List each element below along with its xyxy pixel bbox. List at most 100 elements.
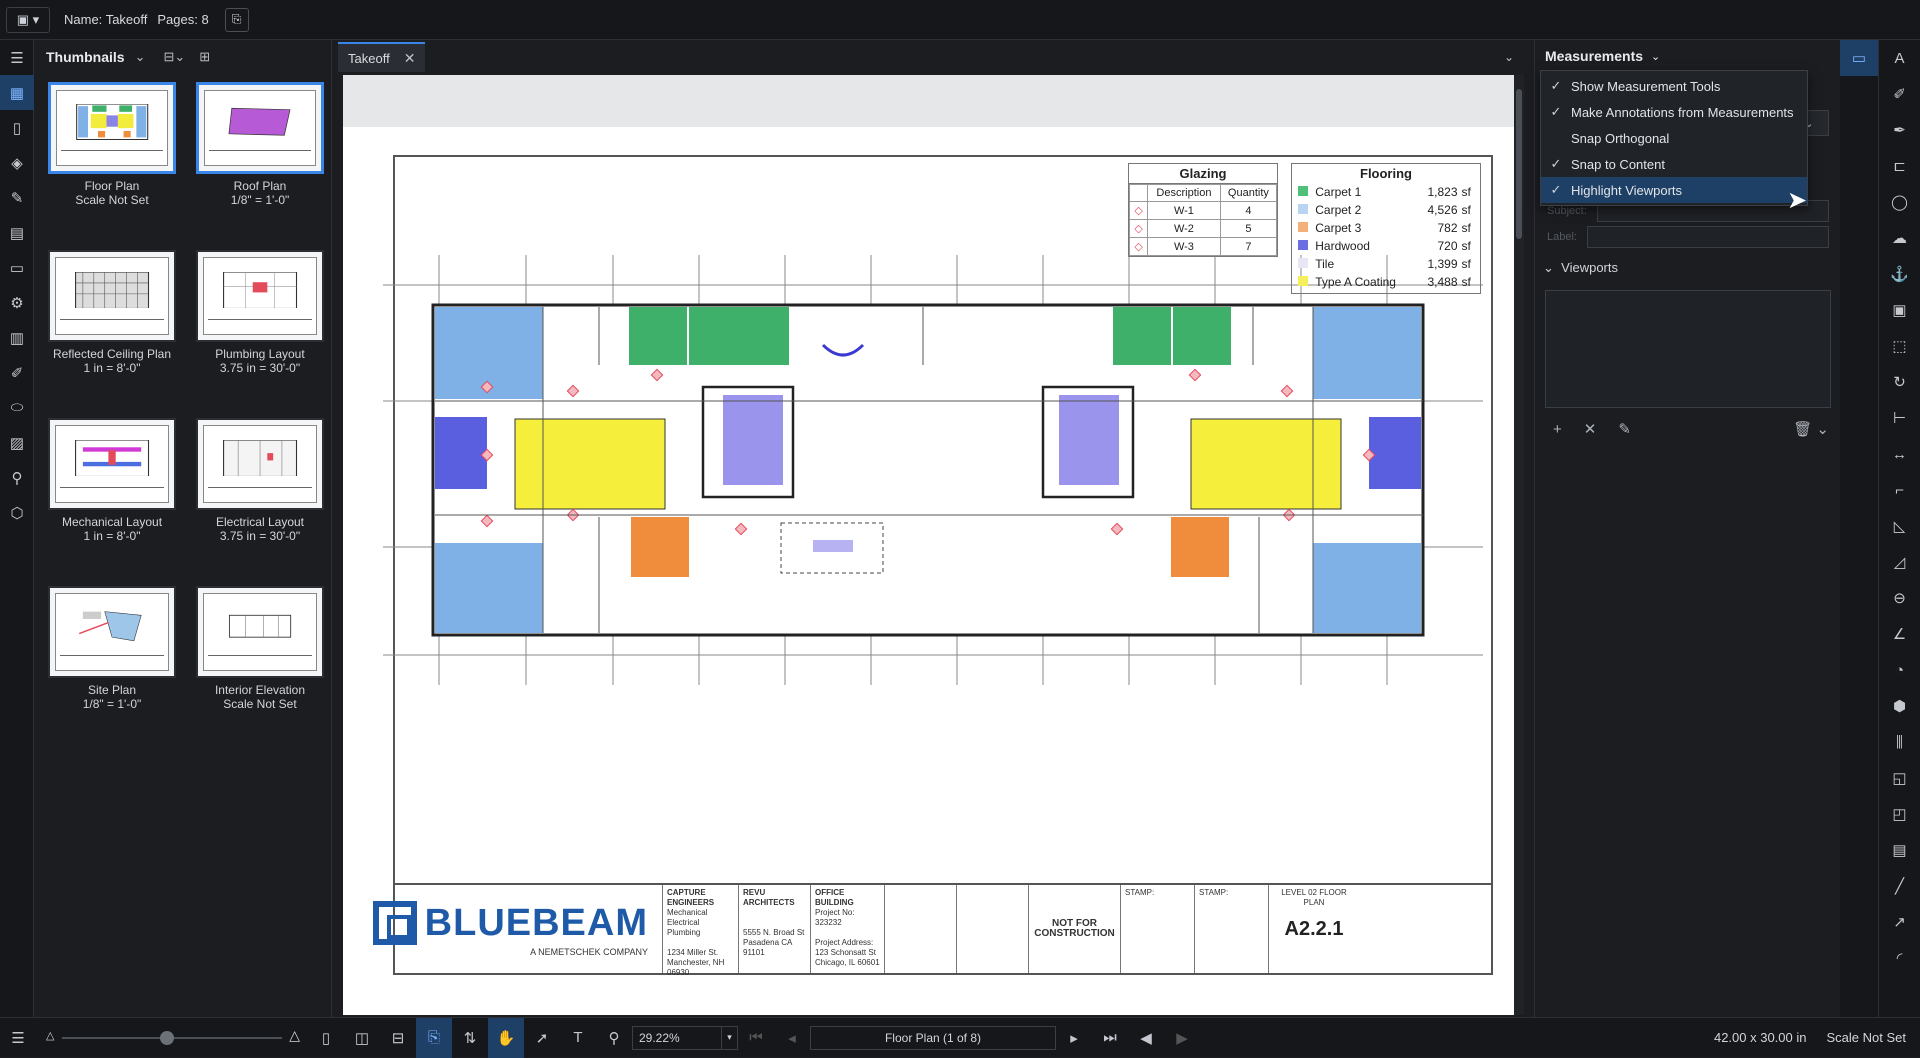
previous-page-icon[interactable]: ◂ [774,1018,810,1058]
polylength-icon[interactable]: ⌐ [1879,472,1920,508]
pan-hand-icon[interactable]: ✋ [488,1017,524,1058]
text-box-icon[interactable]: A [1879,40,1920,76]
document-menu-button[interactable]: ▣ ▾ [6,6,50,33]
grid-icon[interactable]: ▤ [1879,832,1920,868]
signatures-icon[interactable]: ✎ [0,180,34,215]
menu-item-make-annotations[interactable]: ✓ Make Annotations from Measurements [1541,99,1807,125]
viewports-section-header[interactable]: ⌄ Viewports [1543,260,1618,276]
dimension-icon[interactable]: ⊢ [1879,400,1920,436]
thumbnail-electrical-layout[interactable]: Electrical Layout 3.75 in = 30'-0" [190,418,330,580]
properties-icon[interactable]: ⚙ [0,285,34,320]
previous-view-icon[interactable]: ◀ [1128,1018,1164,1058]
viewports-list[interactable] [1545,290,1831,408]
menu-item-highlight-viewports[interactable]: ✓ Highlight Viewports [1541,177,1807,203]
split-vertical-icon[interactable]: ◫ [344,1018,380,1058]
pen-tool-icon[interactable]: ✐ [0,355,34,390]
select-text-icon[interactable]: T [560,1018,596,1058]
ellipse-icon[interactable]: ◯ [1879,184,1920,220]
thumbnail-size-icon[interactable]: ⊟⌄ [163,49,185,65]
studio-icon[interactable]: ⬡ [0,495,34,530]
edit-pencil-icon[interactable]: ✎ [1618,420,1631,438]
perimeter-icon[interactable]: ◿ [1879,544,1920,580]
count-icon[interactable]: ⫼ [1879,724,1920,760]
zoom-icon[interactable]: ⚲ [596,1018,632,1058]
legend-unit: sf [1461,185,1471,199]
page-navigation-field[interactable]: Floor Plan (1 of 8) [810,1025,1056,1050]
list-icon[interactable]: ☰ [0,1018,36,1058]
length-icon[interactable]: ↔ [1879,436,1920,472]
chevron-down-icon[interactable]: ⌄ [1651,50,1660,63]
sync-icon[interactable]: ⎘ [416,1017,452,1058]
title-block: BLUEBEAM A NEMETSCHEK COMPANY CAPTURE EN… [372,883,1491,977]
area-icon[interactable]: ◺ [1879,508,1920,544]
delete-x-icon[interactable]: ✕ [1584,420,1597,438]
menu-item-snap-to-content[interactable]: ✓ Snap to Content [1541,151,1807,177]
thumbnails-dropdown-icon[interactable]: ⌄ [135,49,146,65]
canvas-scrollbar[interactable] [1514,75,1524,1015]
callout-icon[interactable]: ⊏ [1879,148,1920,184]
thumbnail-reflected-ceiling-plan[interactable]: Reflected Ceiling Plan 1 in = 8'-0" [42,250,182,412]
thumbnail-size-slider[interactable]: △ △ [42,1018,302,1058]
single-page-icon[interactable]: ▯ [308,1018,344,1058]
thumbnail-roof-plan[interactable]: Roof Plan 1/8" = 1'-0" [190,82,330,244]
legend-row: Carpet 1 1,823 sf [1296,183,1476,201]
tab-takeoff[interactable]: Takeoff ✕ [338,42,426,72]
add-icon[interactable]: + [1553,421,1562,438]
bookmarks-icon[interactable]: ▯ [0,110,34,145]
thumbnail-floor-plan[interactable]: Floor Plan Scale Not Set [42,82,182,244]
page-setup-icon[interactable]: ⎘ [224,7,249,32]
angle-icon[interactable]: ∠ [1879,616,1920,652]
next-page-icon[interactable]: ▸ [1056,1018,1092,1058]
zoom-dropdown-icon[interactable]: ▾ [722,1025,738,1050]
image-icon[interactable]: ▣ [1879,292,1920,328]
cloud-icon[interactable]: ☁ [1879,220,1920,256]
stamp-icon[interactable]: ⚓ [1879,256,1920,292]
trash-icon[interactable]: 🗑 ⌄ [1793,420,1829,438]
continuous-icon[interactable]: ⇅ [452,1018,488,1058]
measurements-header[interactable]: Measurements ⌄ [1535,40,1840,72]
forms-icon[interactable]: ▥ [0,320,34,355]
file-access-icon[interactable]: ☰ [0,40,34,75]
thumbnail-scale: 3.75 in = 30'-0" [219,361,301,375]
drawing-canvas[interactable]: Glazing Description Quantity ◇ W-1 4 ◇ W-2 5 … [343,75,1514,1015]
close-icon[interactable]: ✕ [404,50,416,67]
first-page-icon[interactable]: ⏮ [738,1018,774,1058]
menu-item-snap-orthogonal[interactable]: Snap Orthogonal [1541,125,1807,151]
tag-icon[interactable]: ⬭ [0,390,34,425]
thumbnail-settings-icon[interactable]: ⊞ [199,49,210,65]
rotate-icon[interactable]: ↻ [1879,364,1920,400]
label-input[interactable] [1586,226,1829,248]
select-arrow-icon[interactable]: ➚ [524,1018,560,1058]
thumbnails-icon[interactable]: ▦ [0,75,34,110]
arc-icon[interactable]: ◜ [1879,940,1920,976]
next-view-icon[interactable]: ▶ [1164,1018,1200,1058]
thumbnail-plumbing-layout[interactable]: Plumbing Layout 3.75 in = 30'-0" [190,250,330,412]
highlighter-icon[interactable]: ✐ [1879,76,1920,112]
radius-icon[interactable]: ◔ [1879,652,1920,688]
diameter-icon[interactable]: ⊖ [1879,580,1920,616]
sets-icon[interactable]: ▨ [0,425,34,460]
legend-swatch [1298,240,1308,250]
page-scale[interactable]: Scale Not Set [1827,1030,1907,1045]
layers-icon[interactable]: ◈ [0,145,34,180]
menu-item-show-measurement-tools[interactable]: ✓ Show Measurement Tools [1541,73,1807,99]
thumbnail-mechanical-layout[interactable]: Mechanical Layout 1 in = 8'-0" [42,418,182,580]
thumbnail-interior-elevation[interactable]: Interior Elevation Scale Not Set [190,586,330,748]
snapshot-icon[interactable]: ⬚ [1879,328,1920,364]
pen-icon[interactable]: ✒ [1879,112,1920,148]
zoom-input[interactable]: 29.22% [632,1025,722,1050]
last-page-icon[interactable]: ⏭ [1092,1018,1128,1058]
tabs-dropdown-icon[interactable]: ⌄ [1504,50,1514,64]
split-horizontal-icon[interactable]: ⊟ [380,1018,416,1058]
thumbnail-site-plan[interactable]: Site Plan 1/8" = 1'-0" [42,586,182,748]
toolbox-icon[interactable]: ▭ [0,250,34,285]
markups-list-icon[interactable]: ▤ [0,215,34,250]
line-icon[interactable]: ╱ [1879,868,1920,904]
arrow-icon[interactable]: ↗ [1879,904,1920,940]
volume-icon[interactable]: ⬢ [1879,688,1920,724]
arc-area-icon[interactable]: ◰ [1879,796,1920,832]
cutout-icon[interactable]: ◱ [1879,760,1920,796]
search-icon[interactable]: ⚲ [0,460,34,495]
engineer-block: CAPTURE ENGINEERS Mechanical Electrical P… [663,885,739,977]
measure-ruler-icon[interactable]: ▭ [1840,40,1878,76]
